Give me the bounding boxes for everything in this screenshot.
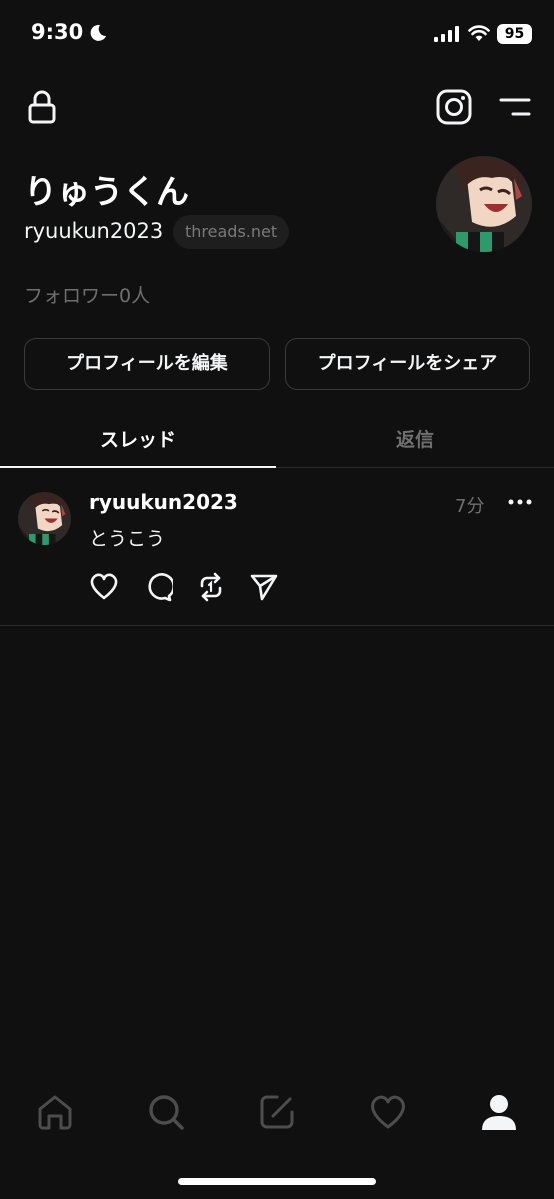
home-indicator[interactable] [178, 1178, 376, 1185]
avatar-illustration [436, 156, 532, 252]
moon-icon [90, 24, 106, 41]
compose-icon[interactable] [257, 1092, 297, 1132]
home-icon[interactable] [35, 1092, 75, 1132]
heart-icon[interactable] [89, 572, 119, 600]
threads-domain-badge[interactable]: threads.net [173, 215, 290, 249]
send-icon[interactable] [249, 572, 279, 602]
repost-icon[interactable] [196, 572, 226, 602]
edit-profile-button[interactable]: プロフィールを編集 [24, 338, 270, 390]
more-options-icon[interactable] [508, 492, 532, 512]
post-divider [0, 625, 554, 626]
profile-avatar[interactable] [436, 156, 532, 252]
profile-icon[interactable] [480, 1092, 518, 1132]
tab-replies[interactable]: 返信 [277, 425, 553, 455]
display-name: りゅうくん [24, 172, 189, 211]
tab-divider [276, 467, 554, 468]
wifi-icon [468, 25, 490, 41]
active-tab-indicator [0, 466, 276, 468]
post-text: とうこう [89, 528, 166, 550]
post-username[interactable]: ryuukun2023 [89, 490, 238, 514]
avatar-illustration [18, 492, 71, 545]
followers-count[interactable]: フォロワー0人 [24, 281, 150, 308]
instagram-icon[interactable] [436, 89, 472, 125]
menu-icon[interactable] [499, 96, 531, 120]
tab-threads[interactable]: スレッド [0, 425, 276, 455]
comment-icon[interactable] [143, 572, 173, 602]
heart-icon[interactable] [368, 1092, 408, 1132]
signal-icon [434, 26, 459, 42]
lock-icon[interactable] [28, 90, 56, 124]
share-profile-button[interactable]: プロフィールをシェア [285, 338, 530, 390]
post-avatar[interactable] [18, 492, 71, 545]
status-time: 9:30 [31, 20, 84, 44]
username: ryuukun2023 [24, 219, 164, 243]
battery-indicator: 95 [497, 24, 532, 44]
search-icon[interactable] [146, 1092, 186, 1132]
post-time: 7分 [455, 496, 485, 517]
